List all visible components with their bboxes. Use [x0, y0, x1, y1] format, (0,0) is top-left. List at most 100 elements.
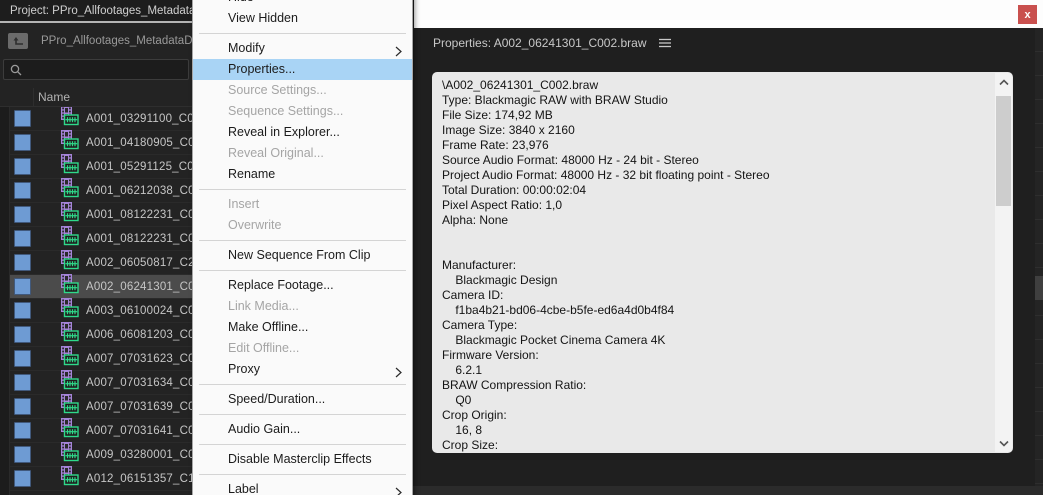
menu-separator — [199, 189, 406, 190]
clip-name: A001_03291100_C00 — [86, 112, 192, 125]
clip-row[interactable]: A001_05291125_C00 — [10, 154, 192, 179]
navigate-up-button[interactable] — [8, 33, 28, 49]
menu-item-label: Label — [228, 482, 259, 495]
clip-metadata-text: \A002_06241301_C002.braw Type: Blackmagi… — [442, 78, 770, 452]
av-clip-icon — [58, 370, 80, 395]
menu-item-label: Speed/Duration... — [228, 392, 326, 406]
clip-row[interactable]: A009_03280001_C00 — [10, 442, 192, 467]
search-icon — [10, 64, 22, 75]
av-clip-icon — [58, 226, 80, 251]
menu-item[interactable]: Speed/Duration... — [193, 389, 412, 410]
clip-name: A007_07031641_C00 — [86, 424, 192, 437]
submenu-arrow-icon — [395, 484, 402, 495]
clip-name: A001_06212038_C04 — [86, 184, 192, 197]
menu-item[interactable]: Make Offline... — [193, 317, 412, 338]
menu-item-label: Sequence Settings... — [228, 104, 344, 118]
clip-name: A001_08122231_C00 — [86, 232, 192, 245]
menu-item[interactable]: Modify — [193, 38, 412, 59]
current-bin-name: PPro_Allfootages_MetadataDis — [41, 35, 192, 47]
clip-row[interactable]: A007_07031641_C00 — [10, 418, 192, 443]
list-column-headers: Name — [0, 88, 192, 107]
project-tab[interactable]: Project: PPro_Allfootages_MetadataD — [10, 5, 192, 17]
clip-label-color — [14, 470, 31, 487]
column-header-name[interactable]: Name — [38, 90, 70, 104]
menu-item[interactable]: Reveal in Explorer... — [193, 122, 412, 143]
scroll-down-icon[interactable] — [995, 435, 1012, 451]
menu-item[interactable]: Proxy — [193, 359, 412, 380]
properties-titlebar[interactable]: x — [414, 0, 1043, 28]
menu-item-label: Insert — [228, 197, 260, 211]
menu-item-label: Edit Offline... — [228, 341, 300, 355]
clip-label-color — [14, 302, 31, 319]
clip-label-color — [14, 110, 31, 127]
clip-row[interactable]: A006_06081203_C02 — [10, 322, 192, 347]
menu-item[interactable]: Properties... — [193, 59, 412, 80]
menu-item[interactable]: Disable Masterclip Effects — [193, 449, 412, 470]
clip-label-color — [14, 422, 31, 439]
menu-item[interactable]: Rename — [193, 164, 412, 185]
clip-name: A001_05291125_C00 — [86, 160, 192, 173]
menu-item-label: Reveal Original... — [228, 146, 324, 160]
clip-row[interactable]: A002_06050817_C28 — [10, 250, 192, 275]
av-clip-icon — [58, 442, 80, 467]
search-input[interactable] — [28, 62, 168, 77]
properties-title: Properties: A002_06241301_C002.braw — [433, 36, 647, 50]
clip-row[interactable]: A012_06151357_C10 — [10, 466, 192, 491]
scroll-up-icon[interactable] — [995, 74, 1012, 90]
menu-item[interactable]: Audio Gain... — [193, 419, 412, 440]
menu-item-label: Disable Masterclip Effects — [228, 452, 372, 466]
clip-row[interactable]: A001_08122231_C00 — [10, 226, 192, 251]
clip-name: A001_04180905_C00 — [86, 136, 192, 149]
clip-row[interactable]: A001_04180905_C00 — [10, 130, 192, 155]
properties-panel: Properties: A002_06241301_C002.braw \A00… — [414, 28, 1035, 486]
panel-menu-icon[interactable] — [658, 37, 671, 50]
menu-separator — [199, 414, 406, 415]
clip-name: A002_06050817_C28 — [86, 256, 192, 269]
search-box[interactable] — [3, 59, 189, 80]
clip-row[interactable]: A002_06241301_C00 — [10, 274, 192, 299]
menu-item[interactable]: Label — [193, 479, 412, 495]
clip-row[interactable]: A001_03291100_C00 — [10, 107, 192, 131]
clip-name: A001_08122231_C00 — [86, 208, 192, 221]
av-clip-icon — [58, 466, 80, 491]
av-clip-icon — [58, 178, 80, 203]
menu-item[interactable]: Replace Footage... — [193, 275, 412, 296]
clip-name: A002_06241301_C00 — [86, 280, 192, 293]
scrollbar-thumb[interactable] — [996, 96, 1011, 206]
close-button[interactable]: x — [1018, 5, 1037, 24]
clip-label-color — [14, 278, 31, 295]
clip-row[interactable]: A003_06100024_C01 — [10, 298, 192, 323]
menu-item-label: View Hidden — [228, 11, 298, 25]
menu-item: Link Media... — [193, 296, 412, 317]
menu-item-label: Modify — [228, 41, 265, 55]
menu-item-label: Make Offline... — [228, 320, 309, 334]
navigate-up-icon — [13, 37, 23, 45]
clip-label-color — [14, 254, 31, 271]
clip-row[interactable]: A007_07031634_C00 — [10, 370, 192, 395]
clip-list: A001_03291100_C00 A001_04180905_C00 A001… — [10, 107, 192, 495]
clip-name: A007_07031639_C00 — [86, 400, 192, 413]
bin-navigation-row: PPro_Allfootages_MetadataDis — [0, 28, 192, 54]
av-clip-icon — [58, 154, 80, 179]
menu-item: Reveal Original... — [193, 143, 412, 164]
menu-item[interactable]: New Sequence From Clip — [193, 245, 412, 266]
scrollbar[interactable] — [995, 73, 1012, 452]
menu-item: Source Settings... — [193, 80, 412, 101]
clip-row[interactable]: A001_06212038_C04 — [10, 178, 192, 203]
clip-row[interactable]: A001_08122231_C00 — [10, 202, 192, 227]
submenu-arrow-icon — [395, 364, 402, 385]
clip-row[interactable]: A007_07031639_C00 — [10, 394, 192, 419]
panel-tab-bar: Project: PPro_Allfootages_MetadataD — [0, 0, 192, 23]
app-window: Project: PPro_Allfootages_MetadataD PPro… — [0, 0, 1043, 495]
clip-name: A012_06151357_C10 — [86, 472, 192, 485]
menu-item[interactable]: Hide — [193, 0, 412, 8]
menu-item[interactable]: View Hidden — [193, 8, 412, 29]
clip-label-color — [14, 326, 31, 343]
clip-name: A009_03280001_C00 — [86, 448, 192, 461]
menu-item-label: Rename — [228, 167, 276, 181]
clip-label-color — [14, 206, 31, 223]
menu-item-label: Audio Gain... — [228, 422, 301, 436]
clip-label-color — [14, 350, 31, 367]
clip-row[interactable]: A007_07031623_C00 — [10, 346, 192, 371]
menu-separator — [199, 444, 406, 445]
